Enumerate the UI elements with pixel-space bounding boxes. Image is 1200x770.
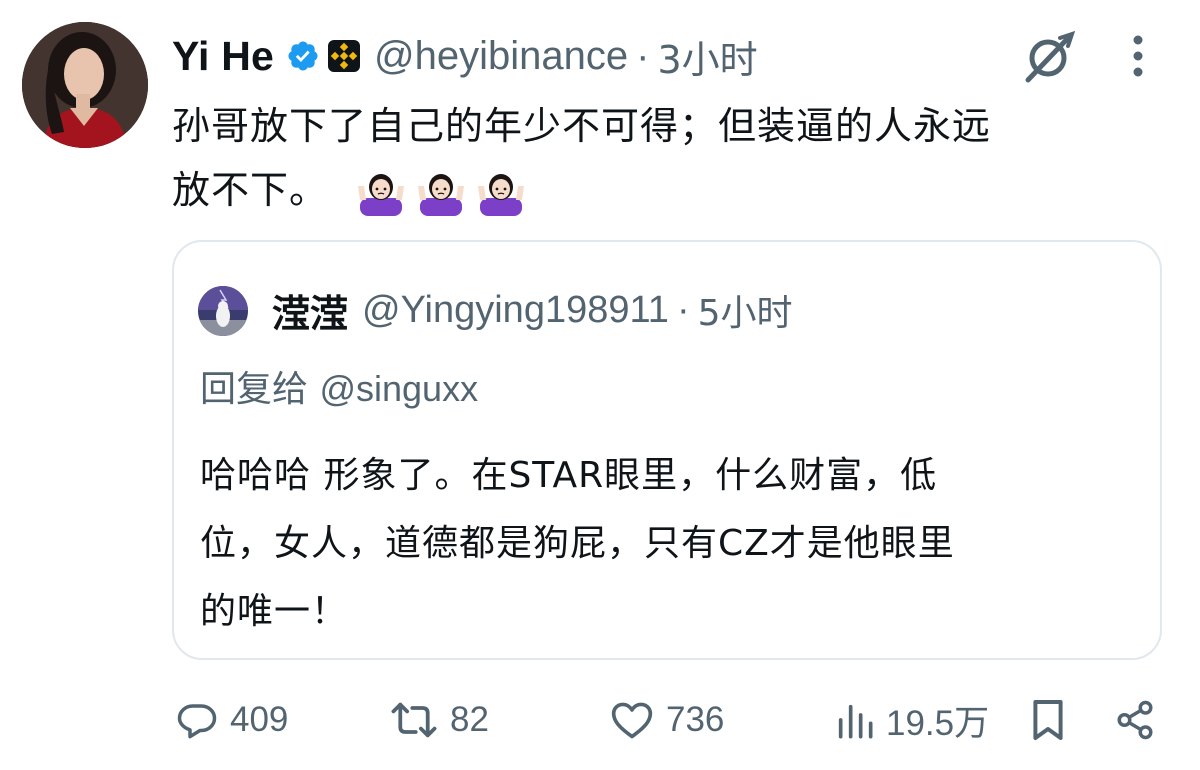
quoted-tweet-card[interactable]: 滢滢 @Yingying198911 · 5小时 回复给 @singuxx 哈哈… xyxy=(172,240,1162,660)
quote-author-avatar[interactable] xyxy=(198,286,248,336)
header-separator: · xyxy=(636,33,650,78)
reply-handle-link[interactable]: @singuxx xyxy=(319,368,478,409)
quote-text-line: 的唯一！ xyxy=(200,591,349,632)
tweet-action-bar: 409 82 736 19.5万 xyxy=(0,690,1200,750)
emoji-group xyxy=(358,170,525,216)
quote-author-handle[interactable]: @Yingying198911 xyxy=(362,289,669,332)
share-icon xyxy=(1117,700,1153,740)
tweet-header: Yi He @heyibinance · 3小时 xyxy=(172,26,758,86)
tweet-text-line: 放不下。 xyxy=(172,158,1162,222)
reply-icon xyxy=(177,704,217,739)
more-vertical-icon[interactable] xyxy=(1124,34,1152,78)
tweet-text: 孙哥放下了自己的年少不可得；但装逼的人永远 放不下。 xyxy=(172,94,1162,222)
views-chart-icon xyxy=(838,704,873,739)
bookmark-icon xyxy=(1033,700,1063,740)
tweet-text-line: 孙哥放下了自己的年少不可得；但装逼的人永远 xyxy=(172,104,992,148)
tweet-timestamp[interactable]: 3小时 xyxy=(657,29,757,84)
author-avatar[interactable] xyxy=(22,22,148,148)
quote-header: 滢滢 @Yingying198911 · 5小时 xyxy=(272,280,793,340)
views-button[interactable]: 19.5万 xyxy=(834,690,989,750)
quote-text: 哈哈哈 形象了。在STAR眼里，什么财富，低 位，女人，道德都是狗屁，只有CZ才… xyxy=(200,442,1130,646)
person-shrugging-emoji xyxy=(418,173,465,216)
like-button[interactable]: 736 xyxy=(610,690,724,750)
view-count: 19.5万 xyxy=(886,703,990,743)
reply-count: 409 xyxy=(230,700,289,739)
author-display-name[interactable]: Yi He xyxy=(172,33,274,80)
share-button[interactable] xyxy=(1114,690,1156,750)
quote-timestamp[interactable]: 5小时 xyxy=(698,284,793,336)
reply-button[interactable]: 409 xyxy=(176,690,288,750)
quote-text-line: 哈哈哈 形象了。在STAR眼里，什么财富，低 xyxy=(200,455,938,496)
grok-icon[interactable] xyxy=(1020,30,1076,84)
author-handle[interactable]: @heyibinance xyxy=(374,34,628,79)
tweet-text-line2: 放不下。 xyxy=(172,168,329,212)
heart-icon xyxy=(611,702,653,739)
like-count: 736 xyxy=(666,700,725,739)
person-shrugging-emoji xyxy=(358,173,405,216)
quote-text-line: 位，女人，道德都是狗屁，只有CZ才是他眼里 xyxy=(200,523,955,564)
quote-header-separator: · xyxy=(676,288,690,331)
verified-badge-icon[interactable] xyxy=(286,39,320,73)
retweet-count: 82 xyxy=(450,700,489,739)
person-shrugging-emoji xyxy=(478,173,525,216)
bookmark-button[interactable] xyxy=(1030,690,1066,750)
quote-author-display-name[interactable]: 滢滢 xyxy=(272,283,348,338)
retweet-button[interactable]: 82 xyxy=(390,690,489,750)
retweet-icon xyxy=(391,702,437,738)
binance-logo-icon[interactable] xyxy=(328,40,361,72)
reply-prefix: 回复给 xyxy=(200,369,309,410)
reply-context: 回复给 @singuxx xyxy=(200,360,478,412)
